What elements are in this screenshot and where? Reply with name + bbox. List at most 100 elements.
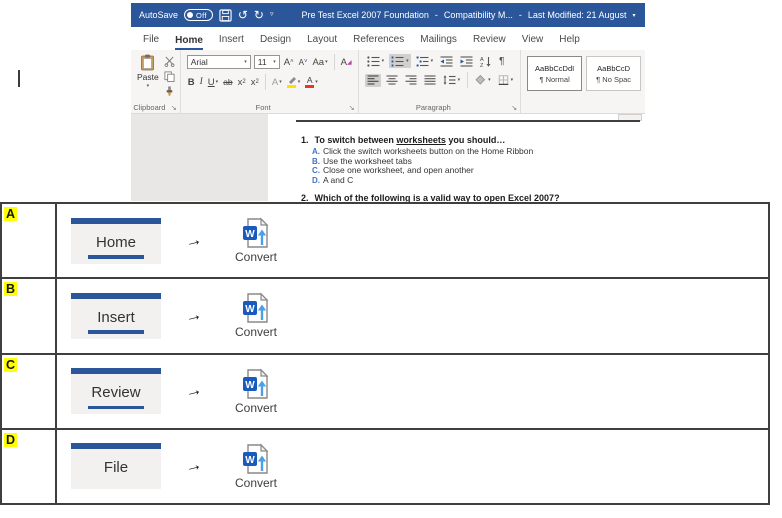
convert-label: Convert — [235, 325, 277, 339]
paste-button[interactable]: Paste ▾ — [137, 54, 159, 100]
increase-indent-button[interactable] — [458, 54, 475, 68]
grow-font-button[interactable]: A˄ — [283, 57, 295, 68]
font-dialog-launcher-icon[interactable]: ↘ — [349, 104, 355, 112]
sort-icon: A Z — [480, 56, 492, 67]
tab-references[interactable]: References — [353, 34, 404, 50]
font-size-combo[interactable]: 11 ▾ — [254, 55, 280, 69]
clear-formatting-button[interactable]: A◢ — [340, 57, 353, 68]
paragraph-dialog-launcher-icon[interactable]: ↘ — [511, 104, 517, 112]
align-right-icon — [405, 75, 417, 85]
clipboard-mini-buttons — [164, 54, 175, 100]
strikethrough-button[interactable]: ab — [222, 77, 233, 87]
convert-item: W Convert — [228, 217, 284, 264]
title-caret-icon[interactable]: ▾ — [632, 12, 635, 19]
bullets-button[interactable]: ▾ — [365, 54, 387, 68]
font-name-combo[interactable]: Arial ▾ — [187, 55, 251, 69]
font-color-swatch — [305, 85, 314, 88]
word-convert-icon: W — [241, 292, 271, 324]
answers-table: A Home → W — [0, 202, 770, 505]
tab-view[interactable]: View — [522, 34, 544, 50]
answer-letter-cell[interactable]: C — [2, 355, 57, 428]
highlight-color-button[interactable]: ▾ — [286, 76, 302, 88]
borders-button[interactable]: ▾ — [496, 74, 516, 87]
pilcrow-icon: ¶ — [499, 56, 504, 67]
svg-text:Z: Z — [480, 63, 484, 67]
align-left-button[interactable] — [365, 74, 381, 87]
autosave-label: AutoSave — [139, 10, 178, 20]
tab-design[interactable]: Design — [260, 34, 291, 50]
undo-icon[interactable]: ↺ — [238, 9, 248, 21]
bullet-list-icon — [367, 56, 380, 67]
paragraph-group: ▾ ▾ ▾ — [359, 50, 522, 113]
convert-item: W Convert — [228, 368, 284, 415]
svg-text:W: W — [245, 380, 255, 391]
file-tab-image: File — [71, 443, 161, 489]
italic-button[interactable]: I — [199, 77, 204, 87]
ribbon-tab-bar: File Home Insert Design Layout Reference… — [131, 27, 645, 50]
sort-button[interactable]: A Z — [478, 54, 494, 68]
title-text: Pre Test Excel 2007 Foundation — [301, 10, 428, 20]
decrease-indent-button[interactable] — [438, 54, 455, 68]
change-case-button[interactable]: Aa ▾ — [311, 57, 328, 68]
subscript-button[interactable]: x2 — [237, 77, 247, 88]
last-modified-label[interactable]: Last Modified: 21 August — [528, 10, 627, 20]
save-icon[interactable] — [219, 9, 232, 22]
bold-button[interactable]: B — [187, 77, 196, 88]
table-row-d: D File → W Convert — [2, 430, 768, 503]
align-center-button[interactable] — [384, 74, 400, 87]
word-convert-icon: W — [241, 217, 271, 249]
tab-underline-bar — [88, 255, 144, 259]
answer-content-cell: File → W Convert — [57, 430, 768, 503]
redo-icon[interactable]: ↻ — [254, 9, 264, 21]
clipboard-dialog-launcher-icon[interactable]: ↘ — [171, 104, 177, 112]
show-paragraph-marks-button[interactable]: ¶ — [497, 54, 506, 68]
tab-layout[interactable]: Layout — [307, 34, 337, 50]
convert-item: W Convert — [228, 292, 284, 339]
tab-review[interactable]: Review — [473, 34, 506, 50]
multilevel-list-icon — [416, 56, 429, 67]
tab-home[interactable]: Home — [175, 35, 203, 51]
answer-content-cell: Review → W Convert — [57, 355, 768, 428]
superscript-button[interactable]: x2 — [250, 77, 260, 88]
maps-to-arrow-icon: → — [183, 379, 204, 403]
line-spacing-button[interactable]: ▾ — [441, 74, 463, 87]
paste-label: Paste — [137, 72, 159, 82]
font-color-button[interactable]: A ▾ — [304, 76, 319, 88]
tab-help[interactable]: Help — [559, 34, 580, 50]
maps-to-arrow-icon: → — [183, 304, 204, 328]
answer-letter-cell[interactable]: D — [2, 430, 57, 503]
highlighter-icon — [287, 76, 297, 88]
align-left-icon — [367, 75, 379, 85]
style-no-spacing[interactable]: AaBbCcD ¶ No Spac — [586, 56, 641, 91]
copy-icon[interactable] — [164, 71, 175, 82]
svg-text:W: W — [245, 304, 255, 315]
format-painter-icon[interactable] — [164, 86, 175, 97]
document-area: 1.To switch between worksheets you shoul… — [131, 114, 645, 201]
tab-insert[interactable]: Insert — [219, 34, 244, 50]
align-center-icon — [386, 75, 398, 85]
answer-letter: C — [4, 358, 17, 372]
text-effects-button[interactable]: A ▾ — [271, 77, 283, 88]
option-d: D.A and C — [312, 176, 533, 186]
cut-icon[interactable] — [164, 56, 175, 67]
answer-letter-cell[interactable]: A — [2, 204, 57, 277]
shrink-font-button[interactable]: A˅ — [298, 58, 309, 67]
style-normal[interactable]: AaBbCcDdI ¶ Normal — [527, 56, 582, 91]
underline-button[interactable]: U ▾ — [207, 77, 219, 88]
justify-button[interactable] — [422, 74, 438, 87]
paste-caret-icon: ▾ — [147, 83, 150, 89]
tab-top-bar — [71, 293, 161, 299]
autosave-toggle[interactable]: Off — [184, 9, 213, 21]
shading-button[interactable]: ▾ — [473, 74, 493, 87]
quick-access-more-icon[interactable]: ▿ — [270, 9, 274, 21]
tab-mailings[interactable]: Mailings — [420, 34, 457, 50]
paragraph-group-label: Paragraph — [359, 103, 509, 112]
tab-top-bar — [71, 443, 161, 449]
tab-file[interactable]: File — [143, 34, 159, 50]
align-right-button[interactable] — [403, 74, 419, 87]
increase-indent-icon — [460, 56, 473, 67]
insert-tab-image: Insert — [71, 293, 161, 339]
numbering-button[interactable]: ▾ — [389, 54, 411, 68]
multilevel-list-button[interactable]: ▾ — [414, 54, 436, 68]
answer-letter-cell[interactable]: B — [2, 279, 57, 352]
